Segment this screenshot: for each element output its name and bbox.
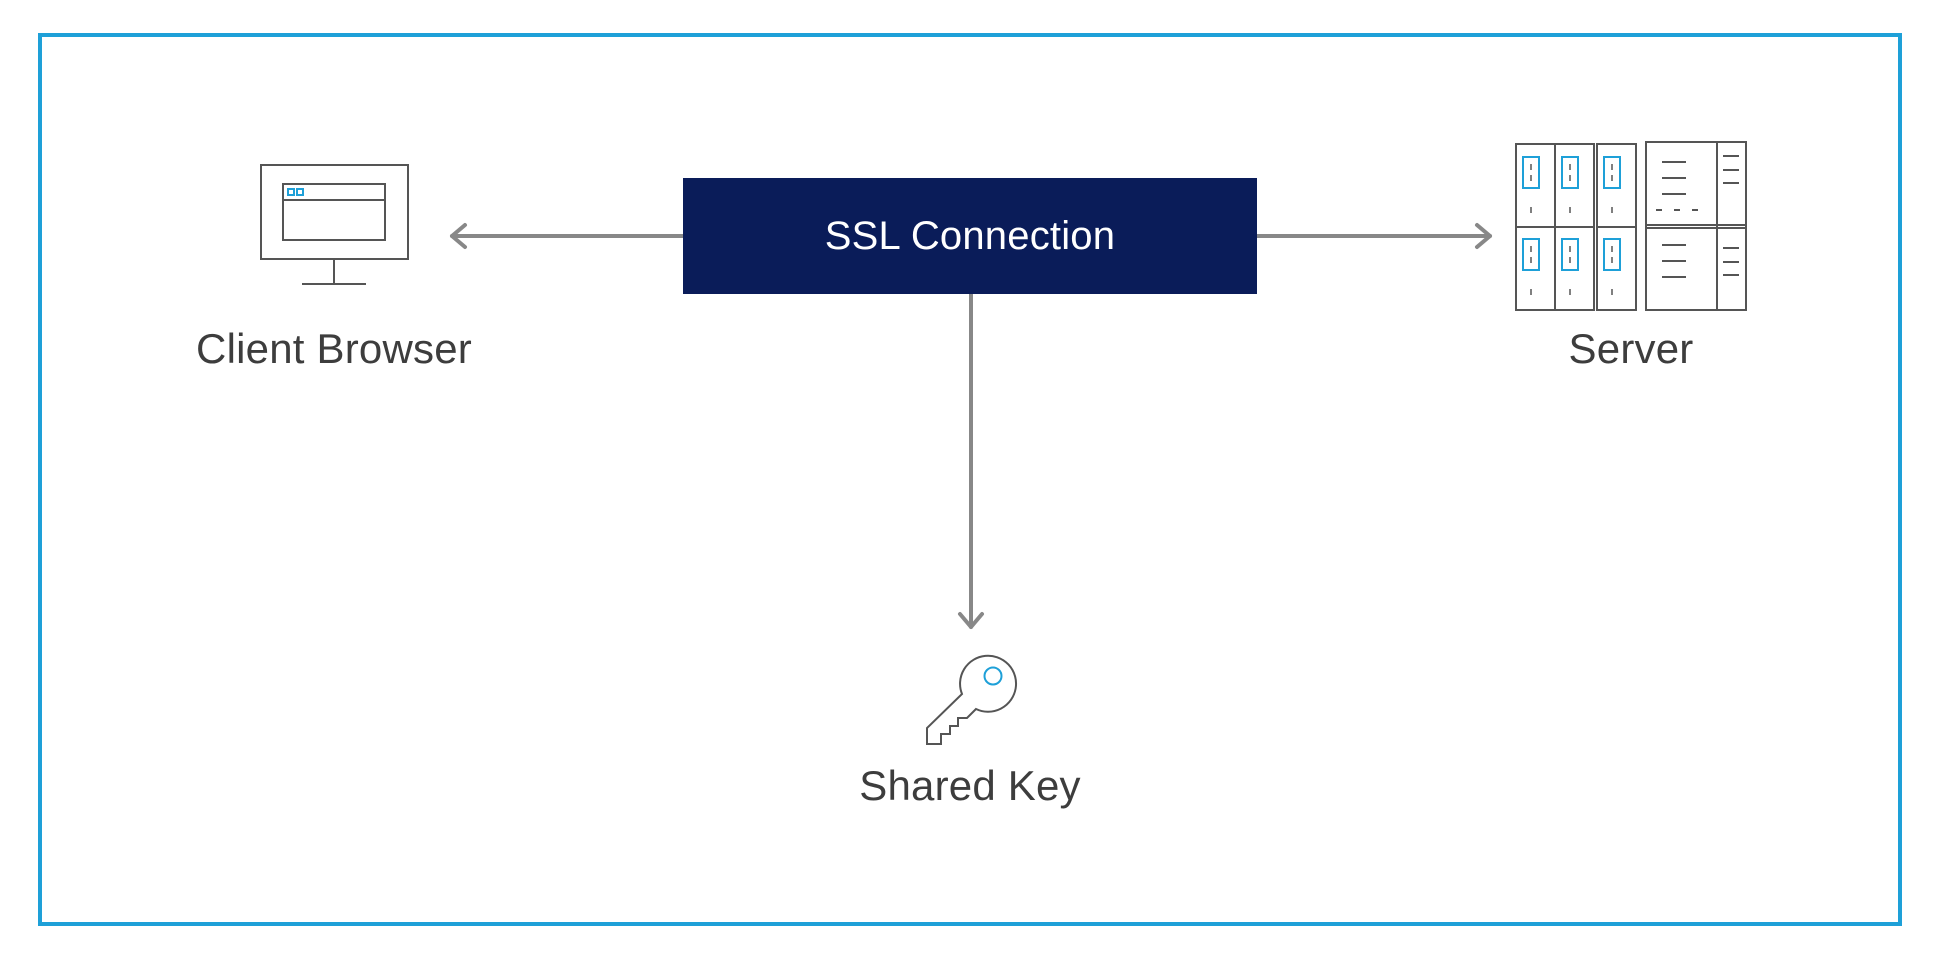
diagram-canvas <box>260 141 1747 745</box>
ssl-connection-box: SSL Connection <box>683 178 1257 294</box>
arrow-to-shared-key <box>958 292 984 629</box>
client-browser-label: Client Browser <box>196 325 472 372</box>
server-label: Server <box>1568 325 1694 372</box>
arrow-to-server <box>1255 223 1492 249</box>
shared-key-label: Shared Key <box>859 762 1081 809</box>
monitor-browser-icon <box>260 164 409 285</box>
arrow-to-client <box>450 223 685 249</box>
server-rack-icon <box>1515 141 1747 311</box>
ssl-connection-label: SSL Connection <box>824 214 1116 258</box>
key-icon <box>926 654 1018 745</box>
